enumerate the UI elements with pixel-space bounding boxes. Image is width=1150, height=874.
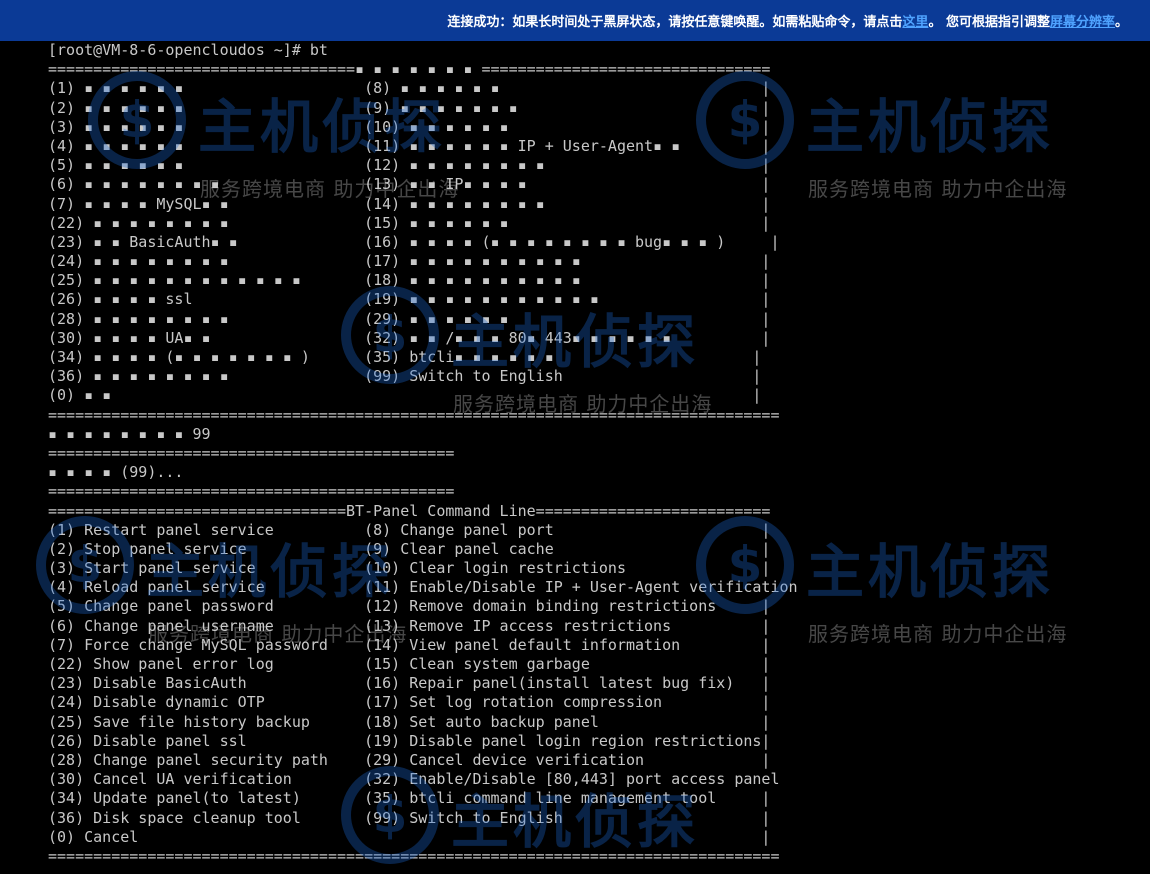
terminal-line: (36) Disk space cleanup tool (99) Switch… xyxy=(48,808,771,827)
terminal-line: (34) Update panel(to latest) (35) btcli … xyxy=(48,789,771,808)
terminal-line: ========================================… xyxy=(48,846,780,865)
terminal-line: (2) ▪ ▪ ▪ ▪ ▪ ▪ (9) ▪ ▪ ▪ ▪ ▪ ▪ ▪ | xyxy=(48,98,771,117)
terminal-line: (6) ▪ ▪ ▪ ▪ ▪ ▪ ▪ ▪ (13) ▪ ▪ IP▪ ▪ ▪ ▪ | xyxy=(48,175,771,194)
terminal-line: (0) ▪ ▪ | xyxy=(48,386,762,405)
terminal-line: ▪ ▪ ▪ ▪ (99)... xyxy=(48,463,184,482)
terminal-line: (24) Disable dynamic OTP (17) Set log ro… xyxy=(48,693,771,712)
terminal-line: (24) ▪ ▪ ▪ ▪ ▪ ▪ ▪ ▪ (17) ▪ ▪ ▪ ▪ ▪ ▪ ▪ … xyxy=(48,252,771,271)
terminal-line: (36) ▪ ▪ ▪ ▪ ▪ ▪ ▪ ▪ (99) Switch to Engl… xyxy=(48,367,762,386)
terminal-line: ========================================… xyxy=(48,443,455,462)
terminal-line: (25) Save file history backup (18) Set a… xyxy=(48,712,771,731)
terminal-line: (7) Force change MySQL password (14) Vie… xyxy=(48,635,771,654)
banner-text: 连接成功：如果长时间处于黑屏状态，请按任意键唤醒。如需粘贴命令，请点击 xyxy=(447,15,903,30)
terminal-line: (26) Disable panel ssl (19) Disable pane… xyxy=(48,731,771,750)
terminal-line: (23) Disable BasicAuth (16) Repair panel… xyxy=(48,674,771,693)
terminal-line: (5) ▪ ▪ ▪ ▪ ▪ ▪ (12) ▪ ▪ ▪ ▪ ▪ ▪ ▪ ▪ | xyxy=(48,156,771,175)
terminal-line: ▪ ▪ ▪ ▪ ▪ ▪ ▪ ▪ 99 xyxy=(48,424,211,443)
terminal-line: =================================BT-Pane… xyxy=(48,501,771,520)
terminal-screen[interactable]: [root@VM-8-6-opencloudos ~]# bt =========… xyxy=(48,41,1148,866)
terminal-line: (1) ▪ ▪ ▪ ▪ ▪ ▪ (8) ▪ ▪ ▪ ▪ ▪ ▪ | xyxy=(48,79,771,98)
terminal-line: (4) ▪ ▪ ▪ ▪ ▪ ▪ (11) ▪ ▪ ▪ ▪ ▪ ▪ IP + Us… xyxy=(48,136,771,155)
terminal-line: (25) ▪ ▪ ▪ ▪ ▪ ▪ ▪ ▪ ▪ ▪ ▪ ▪ (18) ▪ ▪ ▪ … xyxy=(48,271,771,290)
banner-text-middle: 。 您可根据指引调整 xyxy=(928,15,1050,30)
terminal-line: (3) Start panel service (10) Clear login… xyxy=(48,559,771,578)
terminal-line: (22) ▪ ▪ ▪ ▪ ▪ ▪ ▪ ▪ (15) ▪ ▪ ▪ ▪ ▪ ▪ | xyxy=(48,213,771,232)
terminal-line: (5) Change panel password (12) Remove do… xyxy=(48,597,771,616)
terminal-line: (30) Cancel UA verification (32) Enable/… xyxy=(48,770,780,789)
terminal-line: ========================================… xyxy=(48,482,455,501)
terminal-line: (7) ▪ ▪ ▪ ▪ MySQL▪ ▪ (14) ▪ ▪ ▪ ▪ ▪ ▪ ▪ … xyxy=(48,194,771,213)
terminal-line: (28) Change panel security path (29) Can… xyxy=(48,750,771,769)
screen-resolution-link[interactable]: 屏幕分辨率 xyxy=(1050,11,1115,30)
terminal-line: (1) Restart panel service (8) Change pan… xyxy=(48,520,771,539)
terminal-line: (26) ▪ ▪ ▪ ▪ ssl (19) ▪ ▪ ▪ ▪ ▪ ▪ ▪ ▪ ▪ … xyxy=(48,290,771,309)
terminal-line: (0) Cancel | xyxy=(48,827,771,846)
terminal-line: (4) Reload panel service (11) Enable/Dis… xyxy=(48,578,798,597)
terminal-line: (30) ▪ ▪ ▪ ▪ UA▪ ▪ (32) ▪ ▪ /▪ ▪ ▪ 80▪ 4… xyxy=(48,328,771,347)
terminal-line: [root@VM-8-6-opencloudos ~]# bt xyxy=(48,41,328,59)
connection-banner: 连接成功：如果长时间处于黑屏状态，请按任意键唤醒。如需粘贴命令，请点击 这里 。… xyxy=(0,0,1150,41)
banner-text-end: 。 xyxy=(1114,15,1128,30)
terminal-line: (28) ▪ ▪ ▪ ▪ ▪ ▪ ▪ ▪ (29) ▪ ▪ ▪ ▪ ▪ ▪ | xyxy=(48,309,771,328)
terminal-line: (3) ▪ ▪ ▪ ▪ ▪ ▪ (10) ▪ ▪ ▪ ▪ ▪ ▪ | xyxy=(48,117,771,136)
terminal-line: ==================================▪ ▪ ▪ … xyxy=(48,60,771,79)
terminal-line: (34) ▪ ▪ ▪ ▪ (▪ ▪ ▪ ▪ ▪ ▪ ▪ ) (35) btcli… xyxy=(48,348,762,366)
terminal-line: (6) Change panel username (13) Remove IP… xyxy=(48,616,771,635)
paste-command-link[interactable]: 这里 xyxy=(902,11,928,30)
terminal-line: (2) Stop panel service (9) Clear panel c… xyxy=(48,539,771,558)
terminal-line: ========================================… xyxy=(48,405,780,424)
terminal-line: (22) Show panel error log (15) Clean sys… xyxy=(48,655,771,673)
terminal-line: (23) ▪ ▪ BasicAuth▪ ▪ (16) ▪ ▪ ▪ ▪ (▪ ▪ … xyxy=(48,232,780,251)
